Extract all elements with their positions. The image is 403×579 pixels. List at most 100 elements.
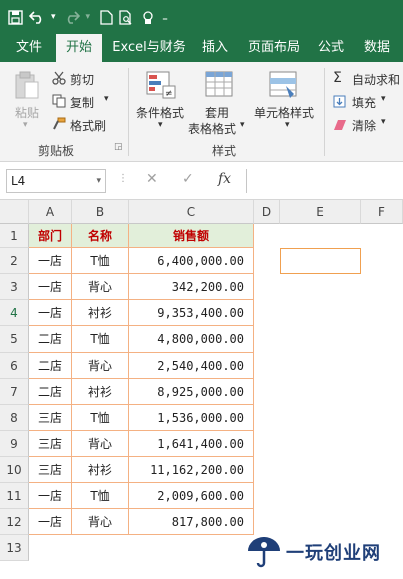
column-header-c[interactable]: C bbox=[129, 200, 254, 224]
undo-dropdown-icon[interactable]: ▾ bbox=[51, 6, 56, 28]
table-cell[interactable]: 一店 bbox=[29, 274, 72, 300]
table-cell[interactable]: T恤 bbox=[72, 326, 129, 353]
table-cell[interactable]: 6,400,000.00 bbox=[129, 248, 254, 274]
customize-toolbar-icon[interactable]: ₌ bbox=[162, 6, 168, 28]
clear-dropdown-icon[interactable]: ▾ bbox=[381, 117, 386, 127]
row-header[interactable]: 6 bbox=[0, 353, 29, 379]
table-cell[interactable]: 一店 bbox=[29, 483, 72, 509]
cell-styles-dropdown-icon[interactable]: ▾ bbox=[285, 120, 290, 130]
tab-excel-finance[interactable]: Excel与财务 bbox=[108, 34, 190, 62]
table-cell[interactable]: 二店 bbox=[29, 353, 72, 379]
table-cell[interactable]: 2,540,400.00 bbox=[129, 353, 254, 379]
fill-icon[interactable] bbox=[333, 95, 346, 111]
row-header[interactable]: 10 bbox=[0, 457, 29, 483]
new-file-icon[interactable] bbox=[100, 6, 113, 28]
clear-button[interactable]: 清除 bbox=[352, 117, 376, 134]
table-cell[interactable]: 一店 bbox=[29, 509, 72, 535]
table-cell[interactable]: 817,800.00 bbox=[129, 509, 254, 535]
copy-icon[interactable] bbox=[52, 94, 66, 111]
paste-icon[interactable] bbox=[14, 70, 40, 103]
table-cell[interactable]: 二店 bbox=[29, 326, 72, 353]
tab-file[interactable]: 文件 bbox=[6, 34, 52, 62]
table-cell[interactable]: 三店 bbox=[29, 405, 72, 431]
tab-home[interactable]: 开始 bbox=[56, 34, 102, 62]
table-cell[interactable]: 三店 bbox=[29, 431, 72, 457]
tab-page-layout[interactable]: 页面布局 bbox=[242, 34, 306, 62]
table-cell[interactable]: T恤 bbox=[72, 483, 129, 509]
name-box[interactable]: L4 ▾ bbox=[6, 169, 106, 193]
table-cell[interactable]: 衬衫 bbox=[72, 457, 129, 483]
format-as-table-icon[interactable] bbox=[204, 70, 234, 103]
row-header[interactable]: 9 bbox=[0, 431, 29, 457]
clipboard-launcher-icon[interactable]: ◲ bbox=[114, 142, 123, 152]
table-cell[interactable]: T恤 bbox=[72, 405, 129, 431]
clear-icon[interactable] bbox=[333, 119, 347, 134]
table-cell[interactable]: 1,641,400.00 bbox=[129, 431, 254, 457]
table-cell[interactable]: 背心 bbox=[72, 431, 129, 457]
format-painter-icon[interactable] bbox=[52, 117, 66, 134]
table-cell[interactable]: 11,162,200.00 bbox=[129, 457, 254, 483]
select-all-corner[interactable] bbox=[0, 200, 29, 224]
table-header-cell[interactable]: 名称 bbox=[72, 224, 129, 248]
table-cell[interactable]: 4,800,000.00 bbox=[129, 326, 254, 353]
row-header[interactable]: 3 bbox=[0, 274, 29, 300]
formula-input[interactable] bbox=[246, 169, 403, 193]
insert-function-icon[interactable]: fx bbox=[218, 171, 231, 187]
touch-mode-icon[interactable] bbox=[140, 6, 156, 28]
format-as-table-label-1[interactable]: 套用 bbox=[205, 104, 229, 121]
table-header-cell[interactable]: 部门 bbox=[29, 224, 72, 248]
format-as-table-dropdown-icon[interactable]: ▾ bbox=[240, 120, 245, 130]
fill-button[interactable]: 填充 bbox=[352, 94, 376, 111]
undo-icon[interactable] bbox=[29, 6, 45, 28]
format-as-table-button[interactable]: 表格格式 bbox=[188, 120, 236, 137]
row-header[interactable]: 7 bbox=[0, 379, 29, 405]
cell-styles-icon[interactable] bbox=[268, 70, 298, 103]
cut-button[interactable]: 剪切 bbox=[70, 71, 94, 88]
paste-button[interactable]: 粘贴 bbox=[15, 104, 39, 121]
table-cell[interactable]: T恤 bbox=[72, 248, 129, 274]
column-header-d[interactable]: D bbox=[254, 200, 280, 224]
table-cell[interactable]: 背心 bbox=[72, 509, 129, 535]
column-header-e[interactable]: E bbox=[280, 200, 361, 224]
table-cell[interactable]: 背心 bbox=[72, 274, 129, 300]
tab-formulas[interactable]: 公式 bbox=[310, 34, 352, 62]
row-header[interactable]: 4 bbox=[0, 300, 29, 326]
copy-dropdown-icon[interactable]: ▾ bbox=[104, 94, 109, 104]
conditional-format-button[interactable]: 条件格式 bbox=[136, 104, 184, 121]
format-painter-button[interactable]: 格式刷 bbox=[70, 117, 106, 134]
column-header-b[interactable]: B bbox=[72, 200, 129, 224]
fill-dropdown-icon[interactable]: ▾ bbox=[381, 94, 386, 104]
table-cell[interactable]: 9,353,400.00 bbox=[129, 300, 254, 326]
table-cell[interactable]: 342,200.00 bbox=[129, 274, 254, 300]
table-cell[interactable]: 一店 bbox=[29, 248, 72, 274]
paste-dropdown-icon[interactable]: ▾ bbox=[23, 120, 28, 130]
cell-styles-button[interactable]: 单元格样式 bbox=[254, 104, 314, 121]
copy-button[interactable]: 复制 bbox=[70, 94, 94, 111]
enter-icon[interactable]: ✓ bbox=[182, 171, 194, 187]
tab-insert[interactable]: 插入 bbox=[194, 34, 236, 62]
conditional-format-icon[interactable]: ≠ bbox=[146, 70, 176, 103]
row-header[interactable]: 2 bbox=[0, 248, 29, 274]
save-icon[interactable] bbox=[8, 6, 23, 28]
cut-icon[interactable] bbox=[52, 71, 66, 88]
tab-data[interactable]: 数据 bbox=[356, 34, 398, 62]
table-cell[interactable]: 二店 bbox=[29, 379, 72, 405]
table-cell[interactable]: 一店 bbox=[29, 300, 72, 326]
row-header[interactable]: 11 bbox=[0, 483, 29, 509]
conditional-format-dropdown-icon[interactable]: ▾ bbox=[158, 120, 163, 130]
table-cell[interactable]: 衬衫 bbox=[72, 300, 129, 326]
row-header[interactable]: 1 bbox=[0, 224, 29, 248]
table-cell[interactable]: 背心 bbox=[72, 353, 129, 379]
table-cell[interactable]: 2,009,600.00 bbox=[129, 483, 254, 509]
autosum-button[interactable]: 自动求和 bbox=[352, 71, 400, 88]
cancel-icon[interactable]: ✕ bbox=[146, 171, 158, 187]
active-cell-highlight[interactable] bbox=[280, 248, 361, 274]
table-cell[interactable]: 8,925,000.00 bbox=[129, 379, 254, 405]
redo-dropdown-icon[interactable]: ▾ bbox=[86, 6, 91, 28]
row-header[interactable]: 13 bbox=[0, 535, 29, 561]
column-header-a[interactable]: A bbox=[29, 200, 72, 224]
table-cell[interactable]: 衬衫 bbox=[72, 379, 129, 405]
row-header[interactable]: 5 bbox=[0, 326, 29, 353]
row-header[interactable]: 8 bbox=[0, 405, 29, 431]
table-cell[interactable]: 三店 bbox=[29, 457, 72, 483]
